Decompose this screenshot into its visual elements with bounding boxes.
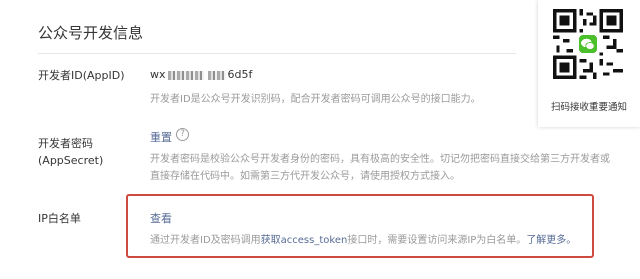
- secret-desc-1: 开发者密码是校验公众号开发者身份的密码，具有极高的安全性。切记勿把密码直接交给第…: [150, 154, 610, 165]
- ip-whitelist-desc: 通过开发者ID及密码调用获取access_token接口时，需要设置访问来源IP…: [150, 232, 576, 249]
- qr-panel: 扫码接收重要通知: [538, 0, 640, 127]
- qr-caption: 扫码接收重要通知: [550, 102, 627, 113]
- appid-redacted: [167, 70, 204, 80]
- title-divider: [38, 53, 516, 54]
- secret-label-sub: (AppSecret): [38, 154, 104, 167]
- appid-desc: 开发者ID是公众号开发识别码，配合开发者密码可调用公众号的接口能力。: [150, 94, 481, 105]
- page-title: 公众号开发信息: [38, 24, 144, 42]
- view-whitelist-link[interactable]: 查看: [150, 210, 172, 226]
- appid-prefix: wx: [150, 68, 166, 81]
- qr-code: [553, 9, 623, 79]
- secret-desc-2: 直接存储在代码中。如需第三方代开发公众号，请使用授权方式接入。: [150, 171, 460, 182]
- appid-label: 开发者ID(AppID): [38, 69, 125, 82]
- secret-label: 开发者密码 (AppSecret): [38, 135, 103, 169]
- appid-value: wx 6d5f: [150, 68, 252, 81]
- reset-secret-link[interactable]: 重置: [150, 129, 172, 145]
- ip-desc-text: 通过开发者ID及密码调用: [150, 235, 261, 246]
- learn-more-link[interactable]: 了解更多。: [526, 235, 576, 246]
- appid-suffix: 6d5f: [227, 68, 253, 81]
- secret-label-title: 开发者密码: [38, 137, 93, 150]
- appid-redacted: [207, 70, 226, 80]
- ip-whitelist-label: IP白名单: [38, 212, 81, 225]
- help-icon[interactable]: ?: [176, 128, 189, 141]
- ip-desc-text: 接口时，需要设置访问来源IP为白名单。: [347, 235, 527, 246]
- access-token-link[interactable]: 获取access_token: [261, 235, 348, 246]
